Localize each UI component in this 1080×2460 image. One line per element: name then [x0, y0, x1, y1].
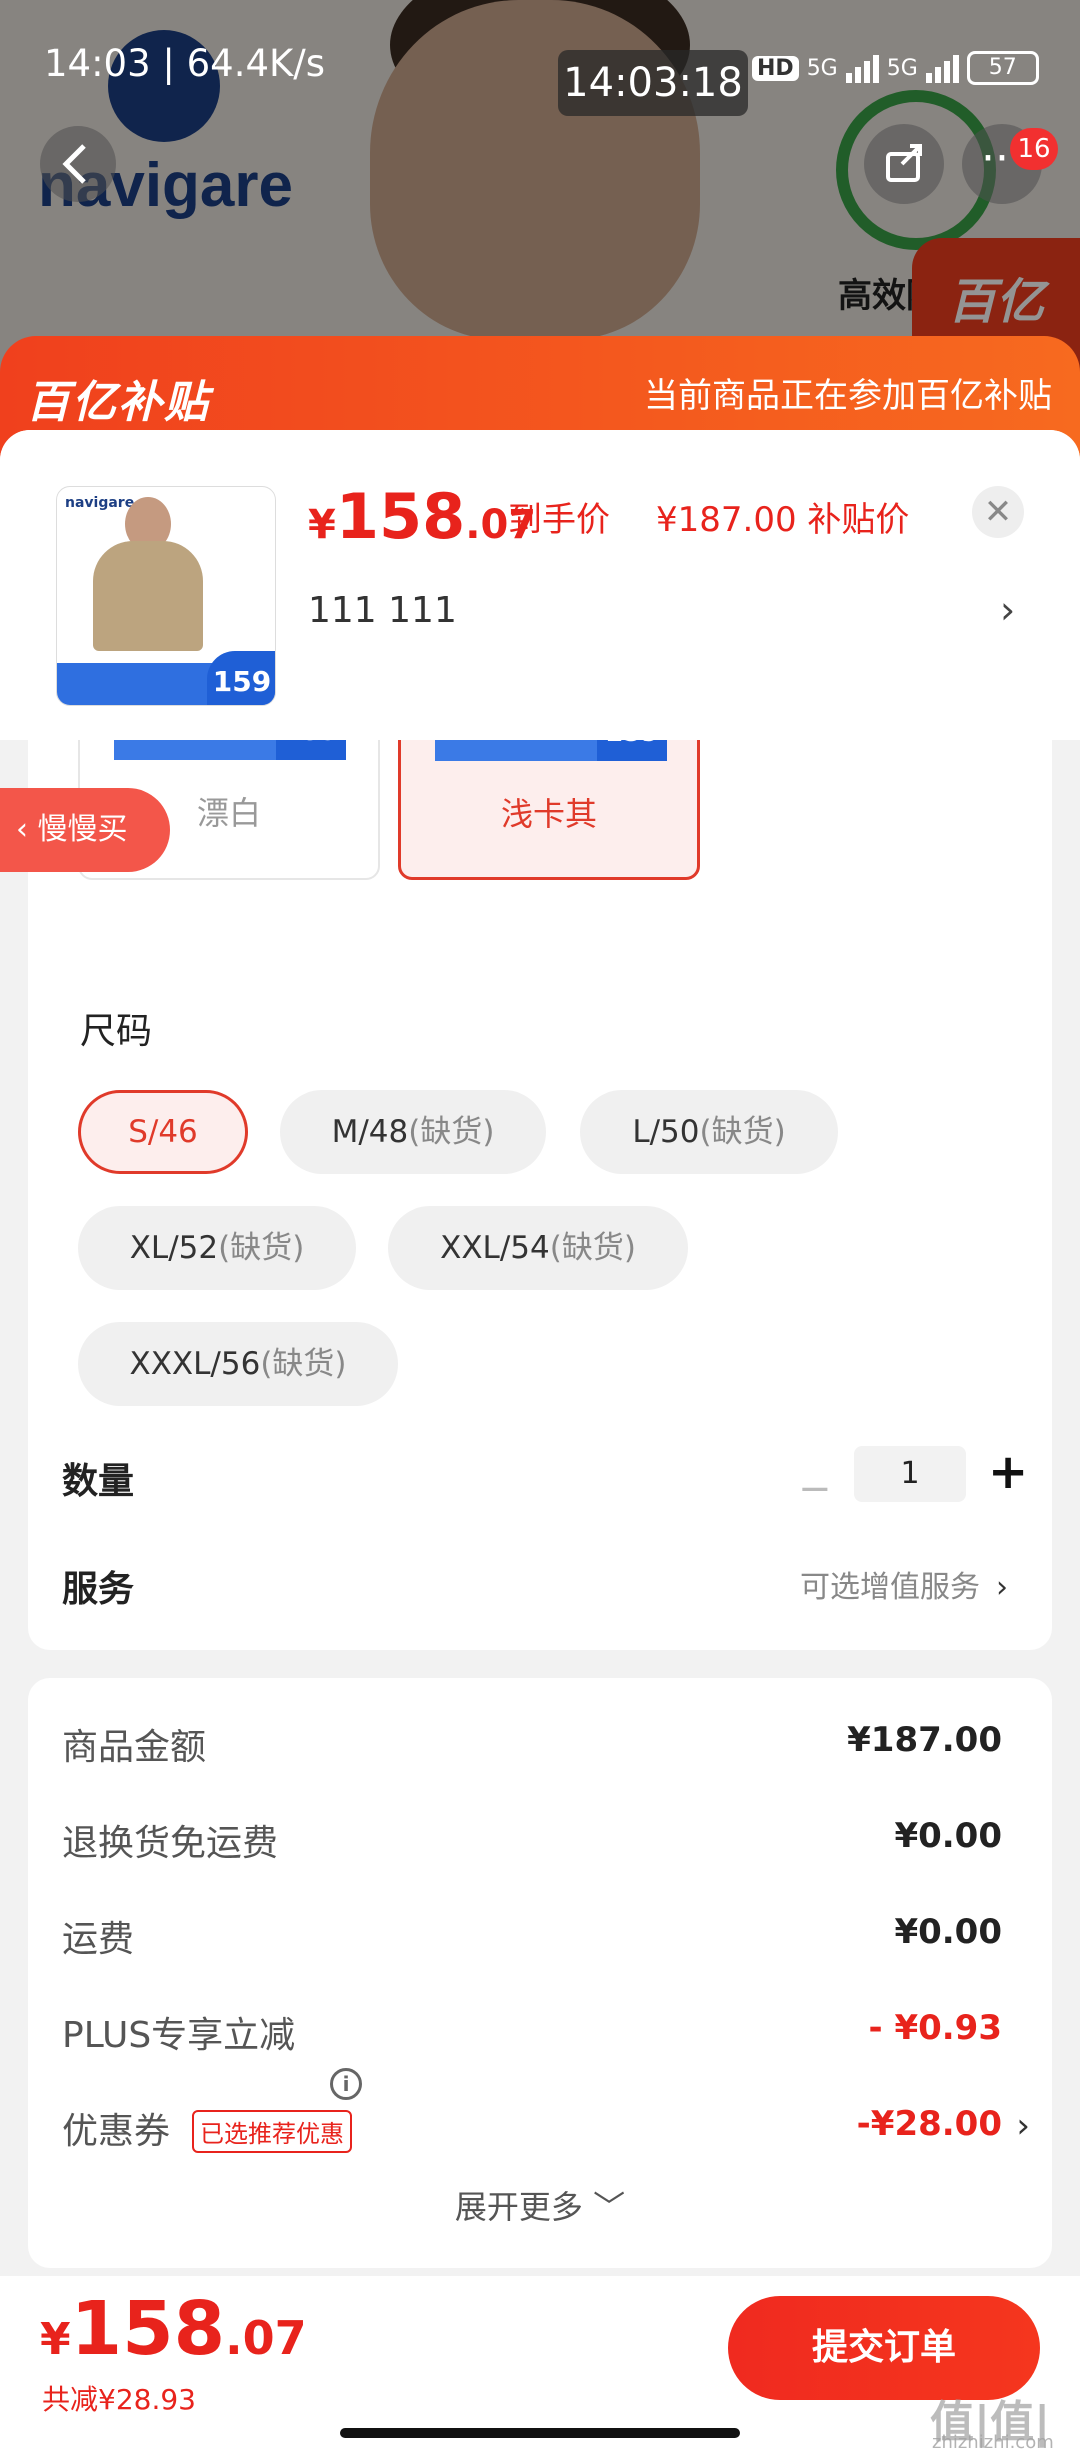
status-clock: 14:03:18: [558, 50, 748, 116]
summary-value: - ¥0.93: [868, 2008, 1003, 2048]
size-option-xxl54[interactable]: XXL/54(缺货): [388, 1206, 688, 1290]
signal-icon-2: [925, 53, 959, 83]
summary-value: ¥0.00: [894, 1816, 1002, 1856]
summary-label: PLUS专享立减: [62, 2015, 296, 2056]
signal-icon: [845, 53, 879, 83]
product-thumbnail: navigare 159: [56, 486, 276, 706]
info-icon[interactable]: i: [330, 2068, 362, 2100]
subsidy-price: ¥187.00 补贴价: [656, 500, 910, 540]
size-title: 尺码: [80, 1011, 153, 1052]
total-saved: 共减¥28.93: [42, 2383, 196, 2416]
thumbnail-price-badge: 159: [207, 651, 275, 705]
size-option-xl52[interactable]: XL/52(缺货): [78, 1206, 356, 1290]
sku-header: navigare 159 ¥158.07 到手价 ¥187.00 补贴价 ✕ 1…: [0, 430, 1080, 740]
chevron-right-icon: ›: [996, 1570, 1008, 1605]
expand-more-button[interactable]: 展开更多 ﹀: [28, 2182, 1052, 2228]
chevron-left-icon: [62, 144, 86, 184]
quantity-input[interactable]: 1: [854, 1446, 966, 1502]
size-option-s46[interactable]: S/46: [78, 1090, 248, 1174]
chevron-right-icon[interactable]: ›: [1000, 588, 1015, 632]
price-summary: 商品金额 ¥187.00 退换货免运费 ¥0.00 运费 ¥0.00 PLUS专…: [28, 1678, 1052, 2268]
summary-value: ¥187.00: [847, 1720, 1002, 1760]
watermark-site: zhizhizhi.com: [932, 2432, 1054, 2453]
selected-spec[interactable]: 111 111: [308, 590, 457, 631]
network-label-2: 5G: [886, 55, 918, 81]
bottom-bar: ¥158.07 共减¥28.93 提交订单: [0, 2276, 1080, 2460]
quantity-decrease-button[interactable]: −: [798, 1466, 832, 1512]
summary-label: 退换货免运费: [62, 1823, 279, 1864]
hd-icon: HD: [752, 55, 799, 81]
summary-label: 优惠券: [62, 2111, 171, 2152]
home-indicator[interactable]: [340, 2428, 740, 2438]
service-hint-text: 可选增值服务: [800, 1570, 980, 1605]
sku-sheet: 159 漂白 159 浅卡其 尺码 S/46 M/48(缺货) L/50(缺货)…: [0, 430, 1080, 2460]
battery-icon: 57: [966, 51, 1039, 85]
network-label: 5G: [806, 55, 838, 81]
final-price-label: 到手价: [508, 500, 610, 540]
total-price: ¥158.07: [40, 2286, 307, 2372]
color-option-label: 浅卡其: [500, 795, 597, 833]
service-label: 服务: [62, 1569, 135, 1610]
status-time: 14:03 | 64.4K/s: [44, 42, 326, 85]
summary-label: 商品金额: [62, 1727, 207, 1768]
chevron-right-icon[interactable]: ›: [1016, 2106, 1030, 2146]
close-icon: ✕: [983, 492, 1013, 532]
submit-order-button[interactable]: 提交订单: [728, 2296, 1040, 2400]
size-option-m48[interactable]: M/48(缺货): [280, 1090, 546, 1174]
message-badge: 16: [1010, 128, 1058, 170]
slow-buy-tab[interactable]: ‹ 慢慢买: [0, 788, 170, 872]
status-icons: HD 5G 5G 57: [752, 48, 1039, 88]
size-option-l50[interactable]: L/50(缺货): [580, 1090, 838, 1174]
status-bar: 14:03 | 64.4K/s 14:03:18 HD 5G 5G 57: [0, 0, 1080, 140]
share-icon: [886, 144, 922, 182]
back-button[interactable]: [40, 126, 116, 202]
summary-value: ¥0.00: [894, 1912, 1002, 1952]
final-price: ¥158.07: [308, 480, 537, 553]
size-option-xxxl56[interactable]: XXXL/56(缺货): [78, 1322, 398, 1406]
quantity-label: 数量: [62, 1461, 135, 1502]
coupon-value[interactable]: -¥28.00: [857, 2104, 1002, 2144]
close-button[interactable]: ✕: [972, 486, 1024, 538]
coupon-tag: 已选推荐优惠: [192, 2110, 352, 2153]
subsidy-logo: 百亿补贴: [26, 377, 210, 428]
summary-label: 运费: [62, 1919, 135, 1960]
share-button[interactable]: [864, 124, 944, 204]
service-selector[interactable]: 可选增值服务 ›: [800, 1562, 1008, 1606]
subsidy-tagline: 当前商品正在参加百亿补贴: [644, 376, 1052, 416]
quantity-increase-button[interactable]: +: [988, 1444, 1028, 1500]
